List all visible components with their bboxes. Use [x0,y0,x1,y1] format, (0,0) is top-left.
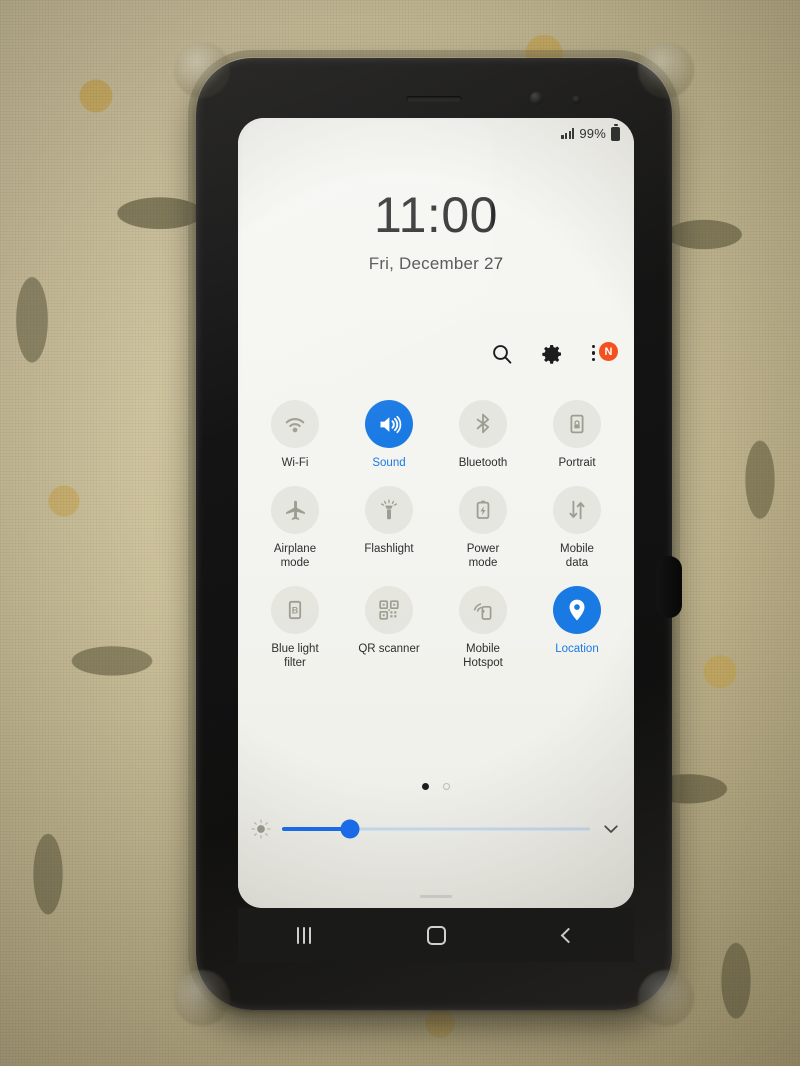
photo-vignette [0,0,800,1066]
photo-scene: 99% 11:00 Fri, December 27 [0,0,800,1066]
